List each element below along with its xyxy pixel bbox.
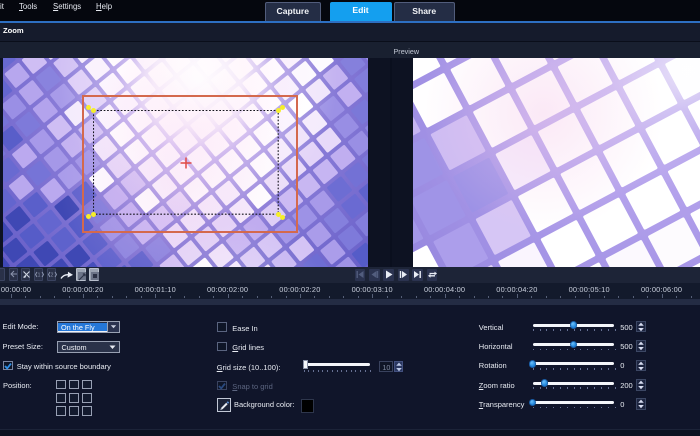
svg-text:1: 1 xyxy=(38,273,41,279)
svg-text:2: 2 xyxy=(51,273,54,279)
